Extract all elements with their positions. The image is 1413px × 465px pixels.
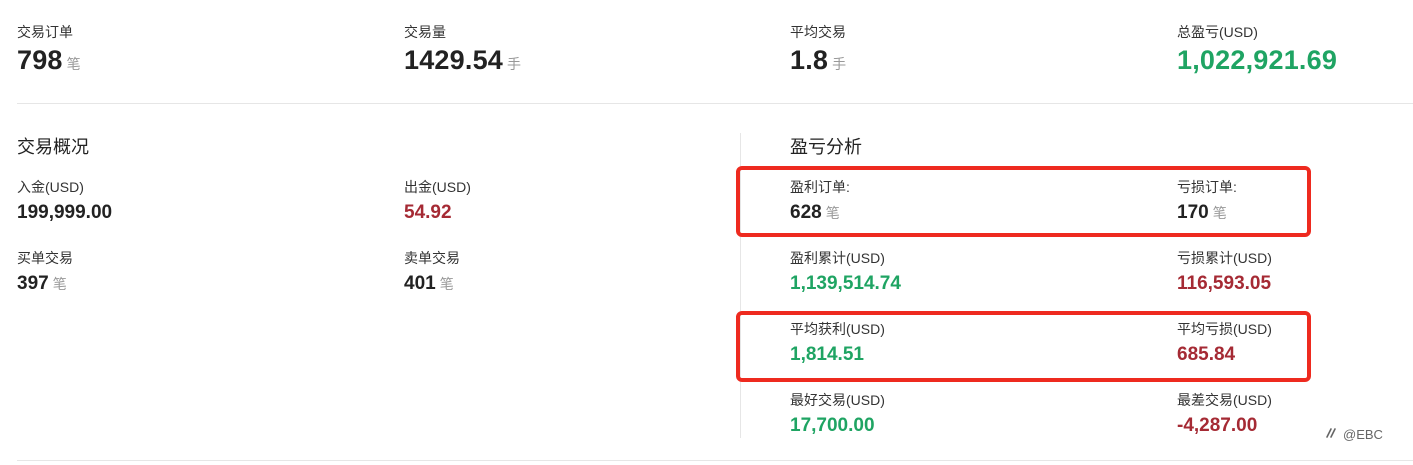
avg-trade-unit: 手 <box>832 56 847 72</box>
best-trade-value: 17,700.00 <box>790 415 875 436</box>
total-pnl-label: 总盈亏(USD) <box>1177 24 1258 40</box>
deposit-label: 入金(USD) <box>17 179 84 195</box>
buy-trades-label: 买单交易 <box>17 250 73 266</box>
total-pnl-value: 1,022,921.69 <box>1177 45 1338 75</box>
volume-label: 交易量 <box>404 24 446 40</box>
watermark: @EBC <box>1325 426 1383 443</box>
orders-unit: 笔 <box>66 56 81 72</box>
cum-loss-label: 亏损累计(USD) <box>1177 250 1272 266</box>
withdraw-value: 54.92 <box>404 202 452 223</box>
volume-stat: 1429.54 手 <box>404 45 521 76</box>
highlight-box-averages <box>736 311 1311 382</box>
worst-trade-label: 最差交易(USD) <box>1177 392 1272 408</box>
cum-profit-label: 盈利累计(USD) <box>790 250 885 266</box>
withdraw-label: 出金(USD) <box>404 179 471 195</box>
avg-trade-value: 1.8 <box>790 45 829 75</box>
avg-trade-stat: 1.8 手 <box>790 45 846 76</box>
highlight-box-orders <box>736 166 1311 237</box>
overview-title: 交易概况 <box>17 137 89 157</box>
bottom-divider <box>17 460 1413 461</box>
deposit-value: 199,999.00 <box>17 202 113 223</box>
pnl-title: 盈亏分析 <box>790 137 862 157</box>
sell-trades-unit: 笔 <box>439 276 454 292</box>
best-trade-label: 最好交易(USD) <box>790 392 885 408</box>
cum-profit-value: 1,139,514.74 <box>790 273 901 294</box>
buy-trades-value: 397 <box>17 273 49 294</box>
volume-unit: 手 <box>507 56 522 72</box>
orders-label: 交易订单 <box>17 24 73 40</box>
orders-value: 798 <box>17 45 63 75</box>
orders-stat: 798 笔 <box>17 45 81 76</box>
summary-divider <box>17 103 1413 104</box>
volume-value: 1429.54 <box>404 45 503 75</box>
watermark-text: @EBC <box>1343 427 1383 442</box>
sell-trades-value: 401 <box>404 273 436 294</box>
watermark-logo-icon <box>1325 426 1339 443</box>
worst-trade-value: -4,287.00 <box>1177 415 1258 436</box>
sell-trades-label: 卖单交易 <box>404 250 460 266</box>
sell-trades-stat: 401 笔 <box>404 273 454 295</box>
avg-trade-label: 平均交易 <box>790 24 846 40</box>
buy-trades-stat: 397 笔 <box>17 273 67 295</box>
cum-loss-value: 116,593.05 <box>1177 273 1272 294</box>
buy-trades-unit: 笔 <box>52 276 67 292</box>
